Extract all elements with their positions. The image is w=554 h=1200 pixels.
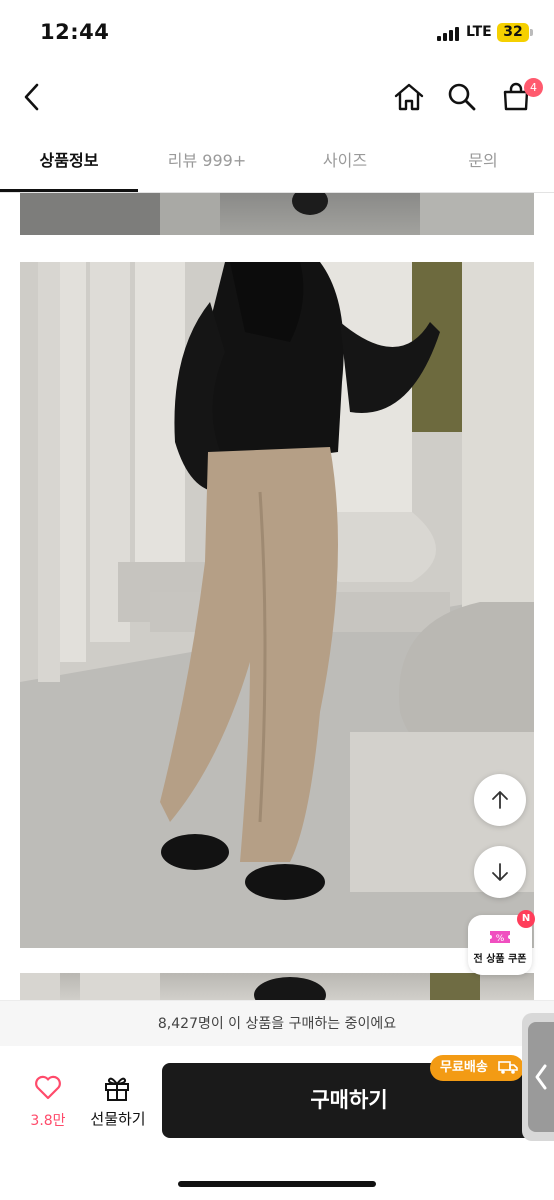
top-nav: [0, 70, 554, 124]
network-label: LTE: [466, 24, 492, 40]
status-bar: 12:44 LTE 32: [0, 0, 554, 66]
product-image-main: [20, 262, 534, 948]
gift-label: 선물하기: [90, 1110, 146, 1128]
scroll-down-button[interactable]: [474, 846, 526, 898]
chevron-left-icon: [535, 1064, 547, 1090]
home-icon[interactable]: [387, 70, 431, 124]
product-image-previous: [20, 193, 534, 235]
product-image-next: [20, 973, 534, 1003]
coupon-icon: %: [490, 931, 510, 944]
wishlist-button[interactable]: [22, 1074, 74, 1104]
tab-size[interactable]: 사이즈: [276, 138, 414, 192]
signal-icon: [437, 27, 463, 41]
wishlist-count: 3.8만: [30, 1113, 66, 1129]
coupon-new-badge: N: [517, 910, 535, 928]
tab-inquiry[interactable]: 문의: [414, 138, 552, 192]
status-time: 12:44: [40, 20, 110, 44]
tab-reviews[interactable]: 리뷰 999+: [138, 138, 276, 192]
truck-icon: [498, 1059, 518, 1085]
side-panel-chevron[interactable]: [528, 1022, 554, 1132]
cart-count-badge: 4: [524, 78, 543, 97]
heart-icon: [35, 1075, 61, 1100]
scroll-up-button[interactable]: [474, 774, 526, 826]
active-tab-indicator: [0, 189, 138, 192]
chevron-left-icon[interactable]: [10, 70, 54, 124]
buyers-notice: 8,427명이 이 상품을 구매하는 중이에요: [0, 1000, 554, 1047]
arrow-up-icon: [492, 791, 508, 809]
free-shipping-label: 무료배송: [440, 1060, 488, 1075]
gift-icon: [105, 1077, 129, 1101]
search-icon[interactable]: [440, 70, 484, 124]
free-shipping-badge: 무료배송: [430, 1055, 524, 1081]
product-tabs: 상품정보 리뷰 999+ 사이즈 문의: [0, 138, 554, 193]
coupon-label: 전 상품 쿠폰: [473, 954, 527, 965]
battery-icon: 32: [497, 23, 529, 42]
battery-tip: [530, 29, 533, 36]
home-indicator: [178, 1181, 376, 1187]
gift-button[interactable]: [86, 1074, 148, 1106]
svg-text:%: %: [496, 934, 505, 944]
tab-product-info[interactable]: 상품정보: [0, 138, 138, 192]
arrow-down-icon: [492, 863, 508, 881]
